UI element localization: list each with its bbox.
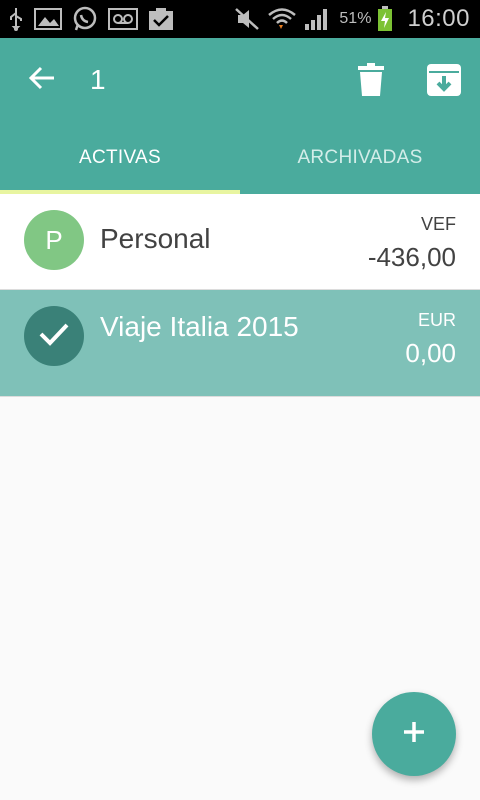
clock: 16:00	[407, 5, 470, 32]
list-item[interactable]: Viaje Italia 2015 EUR 0,00	[0, 290, 480, 397]
status-bar: 51% 16:00	[0, 0, 480, 38]
delete-button[interactable]	[349, 60, 393, 104]
usb-icon	[8, 6, 24, 32]
signal-icon	[303, 6, 331, 32]
account-list: P Personal VEF -436,00 Viaje Italia 2015…	[0, 194, 480, 397]
trash-icon	[358, 62, 384, 102]
archive-button[interactable]	[422, 60, 466, 104]
avatar-initial: P	[45, 224, 63, 255]
app-screen: 51% 16:00 1 ACTIVAS ARCHIVADAS P Persona…	[0, 0, 480, 800]
add-account-button[interactable]	[372, 692, 456, 776]
account-currency: EUR	[417, 310, 456, 330]
account-amount: -436,00	[367, 242, 456, 272]
list-item[interactable]: P Personal VEF -436,00	[0, 194, 480, 290]
selection-count: 1	[90, 64, 106, 95]
image-icon	[34, 6, 62, 32]
whatsapp-icon	[72, 6, 98, 32]
tab-bar: ACTIVAS ARCHIVADAS	[0, 122, 480, 194]
wifi-icon	[267, 6, 297, 32]
tab-label: ACTIVAS	[79, 147, 161, 168]
notification-icons	[8, 6, 174, 32]
back-button[interactable]	[22, 60, 62, 100]
account-name: Personal	[100, 223, 211, 254]
mute-icon	[233, 6, 261, 32]
battery-percent: 51%	[339, 10, 372, 27]
tab-label: ARCHIVADAS	[297, 147, 423, 168]
arrow-back-icon	[28, 64, 56, 97]
contextual-toolbar: 1	[0, 38, 480, 122]
account-currency: VEF	[420, 214, 456, 234]
avatar: P	[24, 210, 84, 270]
clipboard-check-icon	[148, 6, 174, 32]
tab-archivadas[interactable]: ARCHIVADAS	[240, 122, 480, 194]
voicemail-icon	[108, 6, 138, 32]
archive-icon	[427, 63, 461, 101]
tab-activas[interactable]: ACTIVAS	[0, 122, 240, 194]
account-name: Viaje Italia 2015	[100, 311, 299, 342]
avatar	[24, 306, 84, 366]
plus-icon	[403, 721, 425, 748]
battery-charging-icon	[377, 6, 393, 32]
account-amount: 0,00	[405, 338, 456, 368]
app-bar: 1 ACTIVAS ARCHIVADAS	[0, 38, 480, 194]
system-icons: 51% 16:00	[233, 5, 470, 33]
check-icon	[38, 321, 70, 352]
